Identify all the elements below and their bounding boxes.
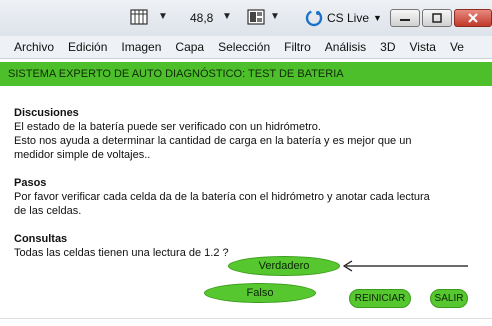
expert-system-header: SISTEMA EXPERTO DE AUTO DIAGNÓSTICO: TES… [0, 62, 492, 86]
section-title-discusiones: Discusiones [14, 107, 79, 119]
pasos-line: de las celdas. [14, 205, 82, 217]
discusiones-line: medidor simple de voltajes.. [14, 149, 151, 161]
menu-edicion[interactable]: Edición [61, 36, 114, 58]
cs-live-button[interactable]: CS Live ▼ [305, 9, 382, 27]
arrange-dropdown-caret-icon[interactable]: ▼ [270, 11, 280, 23]
menu-ventana[interactable]: Ve [443, 36, 471, 58]
document-content: Discusiones El estado de la batería pued… [14, 106, 484, 260]
zoom-level[interactable]: 48,8 [190, 11, 213, 25]
cs-live-icon [305, 9, 323, 27]
menu-filtro[interactable]: Filtro [277, 36, 318, 58]
app-window: ▼ 48,8 ▼ ▼ CS Live ▼ Archivo Edición Ima… [0, 0, 492, 326]
close-icon [468, 13, 478, 23]
reset-button[interactable]: REINICIAR [349, 289, 411, 308]
cs-live-label: CS Live [327, 11, 370, 25]
close-button[interactable] [454, 9, 492, 27]
restore-icon [432, 13, 442, 23]
discusiones-line: El estado de la batería puede ser verifi… [14, 121, 321, 133]
section-title-pasos: Pasos [14, 177, 47, 189]
menu-imagen[interactable]: Imagen [114, 36, 168, 58]
window-controls [390, 9, 492, 27]
exit-button[interactable]: SALIR [430, 289, 468, 308]
arrow-pointer-icon [342, 260, 468, 272]
minimize-icon [400, 19, 410, 21]
zoom-dropdown-caret-icon[interactable]: ▼ [222, 11, 232, 23]
menu-capa[interactable]: Capa [168, 36, 211, 58]
menu-vista[interactable]: Vista [403, 36, 443, 58]
menu-seleccion[interactable]: Selección [211, 36, 277, 58]
menu-archivo[interactable]: Archivo [0, 36, 61, 58]
discusiones-line: Esto nos ayuda a determinar la cantidad … [14, 135, 412, 147]
extras-dropdown-caret-icon[interactable]: ▼ [158, 11, 168, 23]
menu-bar: Archivo Edición Imagen Capa Selección Fi… [0, 36, 492, 59]
application-bar: ▼ 48,8 ▼ ▼ CS Live ▼ [0, 0, 492, 37]
menu-3d[interactable]: 3D [373, 36, 402, 58]
pasos-line: Por favor verificar cada celda da de la … [14, 191, 430, 203]
true-answer-button[interactable]: Verdadero [228, 256, 340, 276]
cs-live-caret-icon: ▼ [373, 13, 382, 23]
bridge-icon[interactable] [130, 8, 148, 26]
menu-analisis[interactable]: Análisis [318, 36, 373, 58]
document-bottom-divider [0, 318, 492, 319]
section-title-consultas: Consultas [14, 233, 68, 245]
restore-button[interactable] [422, 9, 452, 27]
arrange-documents-icon[interactable] [247, 8, 265, 26]
minimize-button[interactable] [390, 9, 420, 27]
false-answer-button[interactable]: Falso [204, 283, 316, 303]
